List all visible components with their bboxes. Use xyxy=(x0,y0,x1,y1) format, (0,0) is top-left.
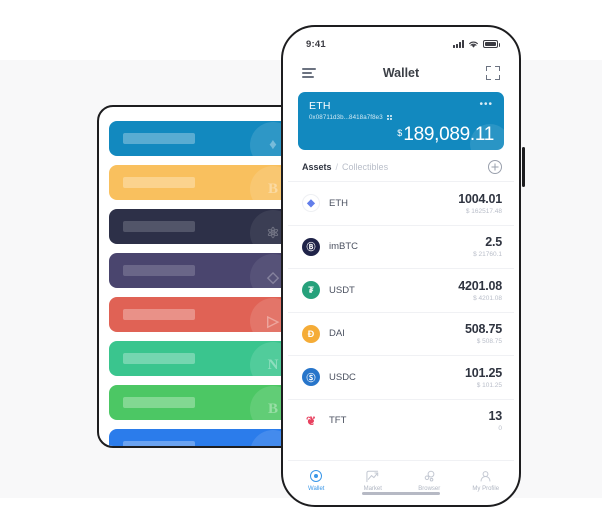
asset-row[interactable]: ❦ TFT 13 0 xyxy=(288,398,514,443)
drop-placeholder-card[interactable]: ◇ xyxy=(109,253,294,288)
power-button[interactable] xyxy=(521,147,525,187)
status-bar: 9:41 xyxy=(288,32,514,56)
tab-collectibles[interactable]: Collectibles xyxy=(342,162,388,172)
card-placeholder-bar xyxy=(123,353,195,364)
asset-amount: 4201.08 xyxy=(458,278,502,293)
card-placeholder-bar xyxy=(123,265,195,276)
asset-values: 101.25 $ 101.25 xyxy=(465,366,502,389)
currency-symbol: $ xyxy=(397,128,403,138)
nav-bar: Wallet xyxy=(288,56,514,90)
card-placeholder-bar xyxy=(123,133,195,144)
card-placeholder-bar xyxy=(123,397,195,408)
page-title: Wallet xyxy=(382,66,420,80)
tab-profile-label: My Profile xyxy=(472,486,500,492)
balance-amount-group: $ 189,089.11 xyxy=(397,125,494,145)
wallet-name: ETH xyxy=(309,100,331,112)
asset-amount: 508.75 xyxy=(464,322,502,337)
neo-placeholder-card[interactable]: N xyxy=(109,341,294,376)
scan-qr-icon[interactable] xyxy=(485,66,500,80)
dai-coin-icon: Đ xyxy=(302,324,320,343)
btc-placeholder-card[interactable]: B xyxy=(109,165,294,200)
signal-bars-icon xyxy=(453,40,464,48)
asset-row[interactable]: Đ DAI 508.75 $ 508.75 xyxy=(288,311,514,356)
asset-fiat-value: 0 xyxy=(498,425,502,433)
phone-screen: 9:41 Wallet ••• ETH 0x08711d3b...8418a7f… xyxy=(288,32,514,500)
tft-coin-icon: ❦ xyxy=(302,411,320,430)
plus-circle-icon[interactable] xyxy=(488,160,502,174)
balance-amount: 189,089.11 xyxy=(403,124,494,145)
hamburger-menu-icon[interactable] xyxy=(302,67,316,79)
home-indicator xyxy=(362,492,440,495)
card-placeholder-bar xyxy=(123,309,195,320)
profile-person-icon xyxy=(479,469,493,483)
asset-fiat-value: $ 4201.08 xyxy=(473,294,502,302)
asset-amount: 2.5 xyxy=(485,235,502,250)
asset-row[interactable]: ₮ USDT 4201.08 $ 4201.08 xyxy=(288,268,514,312)
asset-amount: 101.25 xyxy=(464,365,502,380)
asset-values: 4201.08 $ 4201.08 xyxy=(458,279,502,302)
tab-wallet[interactable]: Wallet xyxy=(288,469,345,492)
asset-fiat-value: $ 101.25 xyxy=(476,381,502,389)
asset-fiat-value: $ 162517.48 xyxy=(465,207,502,215)
asset-amount: 1004.01 xyxy=(458,191,502,206)
eth-coin-icon: ◆ xyxy=(302,194,320,213)
battery-icon xyxy=(483,40,500,48)
status-time: 9:41 xyxy=(306,38,326,50)
tab-separator: / xyxy=(335,162,339,172)
imbtc-coin-icon: Ⓑ xyxy=(302,237,320,256)
asset-symbol: DAI xyxy=(329,328,345,340)
qr-code-icon[interactable] xyxy=(386,115,392,120)
bch-placeholder-card[interactable]: B xyxy=(109,385,294,420)
more-dots-icon[interactable]: ••• xyxy=(479,100,493,110)
assets-tab-header: Assets / Collectibles xyxy=(288,150,514,181)
placeholder-card-stack: ♦B⚛◇▷NBL xyxy=(109,121,300,446)
asset-list: ◆ ETH 1004.01 $ 162517.48 ⒷimBTC 2.5 $ 21760.1… xyxy=(288,181,514,460)
tab-assets[interactable]: Assets xyxy=(302,162,332,172)
asset-values: 508.75 $ 508.75 xyxy=(465,322,502,345)
ltc-placeholder-card[interactable]: L xyxy=(109,429,294,446)
tron-placeholder-card[interactable]: ▷ xyxy=(109,297,294,332)
asset-values: 13 0 xyxy=(488,409,502,432)
status-icons xyxy=(453,40,500,49)
asset-symbol: TFT xyxy=(329,415,347,427)
tab-my-profile[interactable]: My Profile xyxy=(458,469,515,492)
card-placeholder-bar xyxy=(123,441,195,446)
card-placeholder-bar xyxy=(123,221,195,232)
asset-row[interactable]: ◆ ETH 1004.01 $ 162517.48 xyxy=(288,181,514,225)
tab-browser[interactable]: Browser xyxy=(401,469,458,492)
asset-symbol: imBTC xyxy=(329,241,359,253)
eth-placeholder-card[interactable]: ♦ xyxy=(109,121,294,156)
market-chart-icon xyxy=(366,469,380,483)
phone-mockup: 9:41 Wallet ••• ETH 0x08711d3b...8418a7f… xyxy=(281,25,525,507)
asset-fiat-value: $ 21760.1 xyxy=(473,251,502,259)
usdt-coin-icon: ₮ xyxy=(302,281,320,300)
asset-symbol: ETH xyxy=(329,197,348,209)
asset-row[interactable]: Ⓢ USDC 101.25 $ 101.25 xyxy=(288,355,514,399)
asset-values: 2.5 $ 21760.1 xyxy=(473,235,502,258)
wallet-address: 0x08711d3b...8418a7f8e3 xyxy=(309,114,383,121)
wallet-address-row[interactable]: 0x08711d3b...8418a7f8e3 xyxy=(309,114,494,121)
usdc-coin-icon: Ⓢ xyxy=(302,368,320,387)
tab-market[interactable]: Market xyxy=(345,469,402,492)
asset-symbol: USDC xyxy=(329,371,356,383)
asset-fiat-value: $ 508.75 xyxy=(476,338,502,346)
browser-nodes-icon xyxy=(422,469,436,483)
asset-symbol: USDT xyxy=(329,284,355,296)
asset-row[interactable]: ⒷimBTC 2.5 $ 21760.1 xyxy=(288,224,514,269)
tab-wallet-label: Wallet xyxy=(308,486,325,492)
asset-amount: 13 xyxy=(488,409,502,424)
wallet-balance-card[interactable]: ••• ETH 0x08711d3b...8418a7f8e3 $ 189,08… xyxy=(298,92,504,150)
screenshot-stage: ♦B⚛◇▷NBL 9:41 xyxy=(0,0,602,532)
card-placeholder-bar xyxy=(123,177,195,188)
atom-placeholder-card[interactable]: ⚛ xyxy=(109,209,294,244)
wallet-ring-icon xyxy=(309,469,323,483)
card-list-panel: ♦B⚛◇▷NBL xyxy=(97,105,302,448)
asset-values: 1004.01 $ 162517.48 xyxy=(458,192,502,215)
wifi-icon xyxy=(469,41,478,48)
